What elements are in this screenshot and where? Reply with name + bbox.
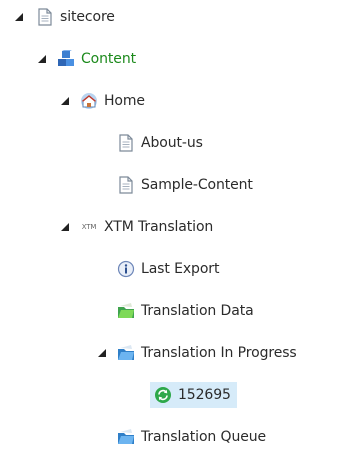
- green-folder-icon: [117, 302, 135, 320]
- content-tree: sitecore Content Home About-us Sample-Co…: [0, 0, 356, 448]
- tree-node-sample-content[interactable]: Sample-Content: [117, 171, 253, 199]
- tree-node-label: Home: [104, 93, 145, 109]
- green-sync-icon: [154, 386, 172, 404]
- content-cubes-icon: [57, 50, 75, 68]
- triangle-expanded-icon: [61, 97, 69, 105]
- tree-node-translation-data[interactable]: Translation Data: [117, 297, 254, 325]
- tree-node-last-export[interactable]: Last Export: [117, 255, 219, 283]
- blue-folder-icon: [117, 344, 135, 362]
- tree-node-label: About-us: [141, 135, 203, 151]
- tree-node-label: Translation Data: [141, 303, 254, 319]
- tree-node-about-us[interactable]: About-us: [117, 129, 203, 157]
- tree-node-home[interactable]: Home: [80, 87, 145, 115]
- tree-node-translation-queue[interactable]: Translation Queue: [117, 423, 266, 451]
- expand-toggle-xtm-translation[interactable]: [60, 222, 70, 232]
- tree-node-sitecore[interactable]: sitecore: [36, 3, 115, 31]
- expand-toggle-sitecore[interactable]: [14, 12, 24, 22]
- tree-node-label: Sample-Content: [141, 177, 253, 193]
- tree-node-label: sitecore: [60, 9, 115, 25]
- tree-node-label: Translation In Progress: [141, 345, 297, 361]
- document-icon: [117, 134, 135, 152]
- tree-node-label: Last Export: [141, 261, 220, 277]
- triangle-expanded-icon: [61, 223, 69, 231]
- expand-toggle-content[interactable]: [37, 54, 47, 64]
- triangle-expanded-icon: [15, 13, 23, 21]
- tree-node-152695[interactable]: 152695: [150, 382, 237, 408]
- document-icon: [117, 176, 135, 194]
- tree-node-content[interactable]: Content: [57, 45, 136, 73]
- blue-folder-icon: [117, 428, 135, 446]
- triangle-expanded-icon: [38, 55, 46, 63]
- document-icon: [36, 8, 54, 26]
- home-icon: [80, 92, 98, 110]
- expand-toggle-translation-in-progress[interactable]: [97, 348, 107, 358]
- expand-toggle-home[interactable]: [60, 96, 70, 106]
- xtm-logo-icon: XTM: [81, 223, 97, 231]
- tree-node-label: 152695: [178, 387, 231, 403]
- info-icon: [117, 260, 135, 278]
- triangle-expanded-icon: [98, 349, 106, 357]
- tree-node-label: Content: [81, 51, 136, 67]
- tree-node-translation-in-progress[interactable]: Translation In Progress: [117, 339, 297, 367]
- tree-node-label: XTM Translation: [104, 219, 214, 235]
- tree-node-xtm-translation[interactable]: XTM XTM Translation: [80, 213, 214, 241]
- tree-node-label: Translation Queue: [141, 429, 267, 445]
